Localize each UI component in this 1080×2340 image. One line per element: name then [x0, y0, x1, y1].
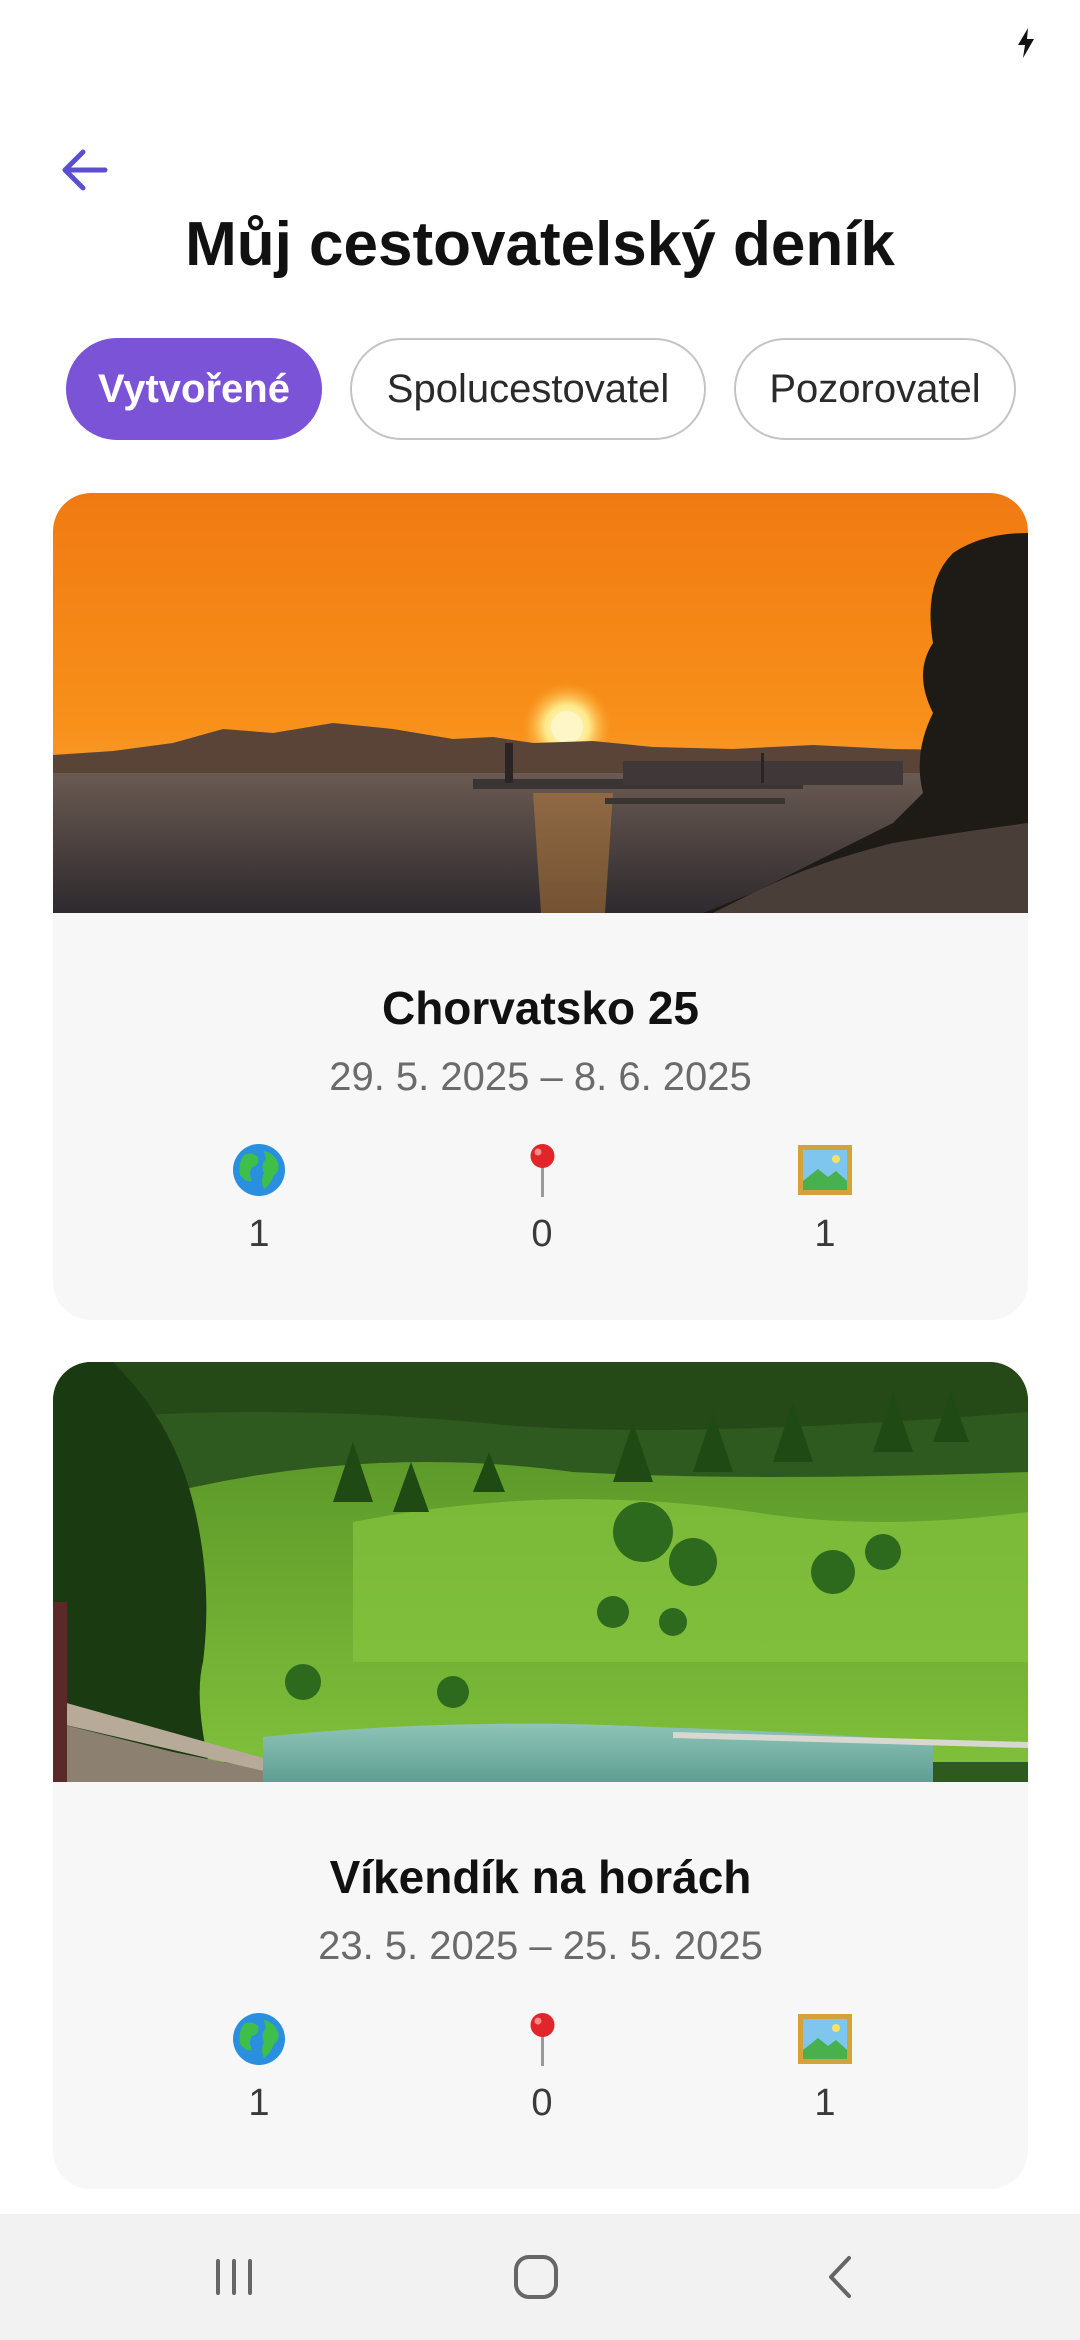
trip-title: Víkendík na horách [329, 1851, 752, 1903]
stat-photos-value: 1 [814, 2082, 836, 2124]
recents-icon [216, 2259, 252, 2295]
stat-photos: 1 [755, 1141, 895, 1259]
trip-dates: 29. 5. 2025 – 8. 6. 2025 [329, 1055, 752, 1099]
trip-title: Chorvatsko 25 [381, 982, 699, 1034]
tab-cotraveler[interactable]: Spolucestovatel [350, 338, 706, 440]
stat-photos: 1 [755, 2010, 895, 2128]
picture-icon [798, 1145, 852, 1195]
stat-countries-value: 1 [248, 2082, 270, 2124]
tab-created[interactable]: Vytvořené [66, 338, 322, 440]
globe-icon [233, 2013, 285, 2065]
stat-places-value: 0 [531, 2082, 553, 2124]
stat-places-value: 0 [531, 1213, 553, 1255]
pin-icon [530, 1144, 555, 1197]
stat-countries-value: 1 [248, 1213, 270, 1255]
picture-icon [798, 2014, 852, 2064]
recents-button[interactable] [194, 2242, 274, 2312]
trip-card[interactable]: Víkendík na horách 23. 5. 2025 – 25. 5. … [53, 1362, 1028, 2189]
trip-cover-image [53, 493, 1028, 913]
trip-card[interactable]: Chorvatsko 25 29. 5. 2025 – 8. 6. 2025 1… [53, 493, 1028, 1320]
stat-countries: 1 [189, 1141, 329, 1259]
navigation-bar [0, 2214, 1080, 2340]
chevron-left-icon [829, 2256, 851, 2298]
back-button[interactable] [52, 138, 116, 202]
home-button[interactable] [496, 2242, 576, 2312]
tab-bar: Vytvořené Spolucestovatel Pozorovatel [66, 338, 1016, 440]
stat-places: 0 [472, 2010, 612, 2128]
system-back-button[interactable] [800, 2242, 880, 2312]
status-bar [0, 0, 1080, 90]
stat-places: 0 [472, 1141, 612, 1259]
trip-cover-image [53, 1362, 1028, 1782]
globe-icon [233, 1144, 285, 1196]
charging-icon [1018, 28, 1034, 58]
stat-photos-value: 1 [814, 1213, 836, 1255]
tab-observer[interactable]: Pozorovatel [734, 338, 1016, 440]
screen: Můj cestovatelský deník Vytvořené Spoluc… [0, 0, 1080, 2340]
pin-icon [530, 2013, 555, 2066]
trip-dates: 23. 5. 2025 – 25. 5. 2025 [318, 1924, 763, 1968]
home-icon [514, 2255, 558, 2299]
stat-countries: 1 [189, 2010, 329, 2128]
page-title: Můj cestovatelský deník [185, 210, 895, 279]
arrow-left-icon [62, 149, 108, 191]
mountain-meadow-photo [53, 1362, 1028, 1782]
sunset-sea-photo [53, 493, 1028, 913]
